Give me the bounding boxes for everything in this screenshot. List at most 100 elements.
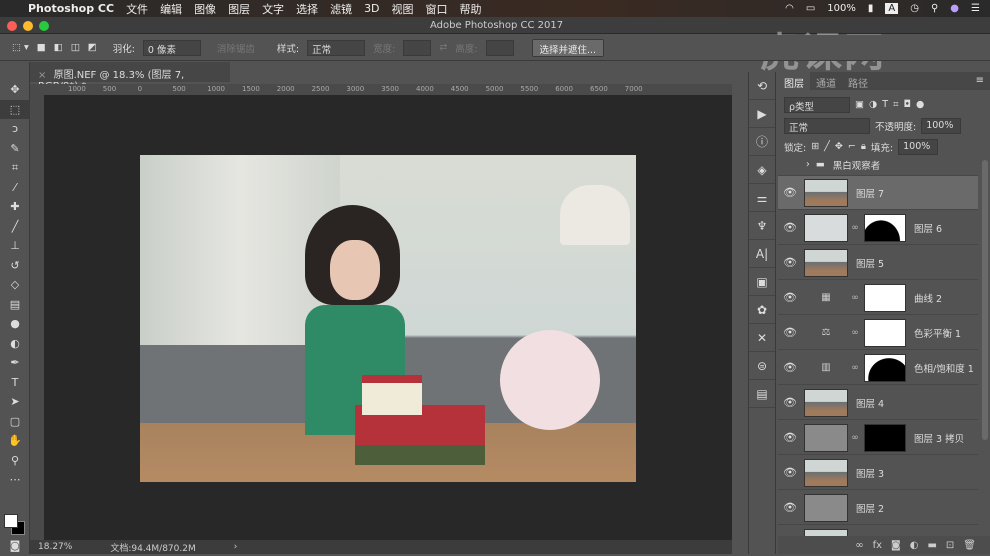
- siri-icon[interactable]: ●: [950, 3, 959, 14]
- brushes-icon[interactable]: ♆: [749, 212, 775, 240]
- shape-tool-icon[interactable]: ▢: [0, 412, 30, 432]
- filter-shape-icon[interactable]: ⌗: [893, 99, 898, 110]
- type-tool-icon[interactable]: T: [0, 373, 30, 393]
- mask-link-icon[interactable]: ∞: [850, 363, 860, 373]
- add-mask-icon[interactable]: ◙: [891, 540, 901, 551]
- lock-paint-icon[interactable]: ╱: [824, 141, 830, 152]
- menu-select[interactable]: 选择: [296, 1, 318, 17]
- visibility-eye-icon[interactable]: 👁︎: [778, 396, 802, 409]
- visibility-eye-icon[interactable]: 👁︎: [778, 431, 802, 444]
- gradient-tool-icon[interactable]: ▤: [0, 295, 30, 315]
- filter-toggle-icon[interactable]: ●: [916, 99, 924, 110]
- adjustments-icon[interactable]: ⚌: [749, 184, 775, 212]
- menu-app[interactable]: Photoshop CC: [28, 2, 114, 15]
- path-select-icon[interactable]: ➤: [0, 392, 30, 412]
- new-group-icon[interactable]: ▬: [927, 540, 936, 551]
- mask-link-icon[interactable]: ∞: [850, 328, 860, 338]
- link-layers-icon[interactable]: ∞: [855, 540, 863, 551]
- eraser-tool-icon[interactable]: ◇: [0, 275, 30, 295]
- antialias-checkbox[interactable]: 消除锯齿: [217, 41, 255, 55]
- tab-paths[interactable]: 路径: [842, 72, 874, 90]
- foreground-color[interactable]: [4, 514, 18, 528]
- visibility-eye-icon[interactable]: 👁︎: [778, 256, 802, 269]
- subtract-selection-icon[interactable]: ◫: [71, 42, 80, 53]
- character-icon[interactable]: A|: [749, 240, 775, 268]
- visibility-eye-icon[interactable]: 👁︎: [778, 501, 802, 514]
- dodge-tool-icon[interactable]: ◐: [0, 334, 30, 354]
- lock-position-icon[interactable]: ✥: [835, 141, 843, 152]
- menu-file[interactable]: 文件: [126, 1, 148, 17]
- mask-link-icon[interactable]: ∞: [850, 433, 860, 443]
- layer-row[interactable]: 👁︎ ▦ ∞ 曲线 2: [778, 281, 978, 315]
- quick-select-tool-icon[interactable]: ✎: [0, 139, 30, 159]
- visibility-eye-icon[interactable]: 👁︎: [778, 466, 802, 479]
- visibility-eye-icon[interactable]: 👁︎: [778, 291, 802, 304]
- history-icon[interactable]: ⟲: [749, 72, 775, 100]
- menu-3d[interactable]: 3D: [364, 2, 379, 15]
- menu-filter[interactable]: 滤镜: [330, 1, 352, 17]
- notification-icon[interactable]: ☰: [971, 3, 980, 14]
- document-tab[interactable]: × 原图.NEF @ 18.3% (图层 7, RGB/8*) *: [30, 62, 230, 92]
- layer-row[interactable]: 👁︎ 图层 4: [778, 386, 978, 420]
- layer-mask-thumbnail[interactable]: [864, 423, 906, 452]
- styles-icon[interactable]: ✿: [749, 296, 775, 324]
- visibility-eye-icon[interactable]: 👁︎: [778, 326, 802, 339]
- tools-preset-icon[interactable]: ✕: [749, 324, 775, 352]
- visibility-eye-icon[interactable]: 👁︎: [778, 221, 802, 234]
- battery-icon[interactable]: ▮: [868, 3, 874, 14]
- pen-tool-icon[interactable]: ✒: [0, 353, 30, 373]
- menu-edit[interactable]: 编辑: [160, 1, 182, 17]
- layer-mask-thumbnail[interactable]: [864, 213, 906, 242]
- move-tool-icon[interactable]: ✥: [0, 80, 30, 100]
- zoom-window-button[interactable]: [39, 21, 49, 31]
- zoom-tool-icon[interactable]: ⚲: [0, 451, 30, 471]
- menu-type[interactable]: 文字: [262, 1, 284, 17]
- menu-view[interactable]: 视图: [392, 1, 414, 17]
- notes-icon[interactable]: ▤: [749, 380, 775, 408]
- opacity-input[interactable]: 100%: [921, 117, 962, 134]
- eyedropper-tool-icon[interactable]: ⁄: [0, 178, 30, 198]
- healing-tool-icon[interactable]: ✚: [0, 197, 30, 217]
- time-machine-icon[interactable]: ◷: [910, 3, 919, 14]
- layer-row[interactable]: 👁︎ 图层 3: [778, 456, 978, 490]
- input-source[interactable]: A: [885, 3, 899, 14]
- lock-transparent-icon[interactable]: ⊞: [811, 141, 819, 152]
- properties-icon[interactable]: ▣: [749, 268, 775, 296]
- close-window-button[interactable]: [7, 21, 17, 31]
- height-input[interactable]: [485, 39, 514, 56]
- filter-adjustment-icon[interactable]: ◑: [869, 99, 877, 110]
- visibility-eye-icon[interactable]: 👁︎: [778, 361, 802, 374]
- fx-icon[interactable]: fx: [873, 540, 882, 551]
- new-layer-icon[interactable]: ⊡: [946, 540, 954, 551]
- layer-row[interactable]: 👁︎ ∞ 图层 3 拷贝: [778, 421, 978, 455]
- visibility-eye-icon[interactable]: 👁︎: [778, 186, 802, 199]
- style-select[interactable]: 正常: [307, 39, 366, 56]
- marquee-preset-icon[interactable]: ⬚ ▾: [12, 42, 29, 53]
- spotlight-icon[interactable]: ⚲: [931, 3, 938, 14]
- filter-type-icon[interactable]: T: [882, 99, 888, 110]
- lock-all-icon[interactable]: 🔒︎: [861, 141, 866, 152]
- filter-smart-icon[interactable]: ◘: [903, 99, 911, 110]
- libraries-icon[interactable]: ⊜: [749, 352, 775, 380]
- lock-artboard-icon[interactable]: ⌐: [848, 141, 856, 152]
- fill-input[interactable]: 100%: [898, 138, 939, 155]
- history-brush-icon[interactable]: ↺: [0, 256, 30, 276]
- marquee-tool-icon[interactable]: ⬚: [0, 99, 30, 119]
- menu-layer[interactable]: 图层: [228, 1, 250, 17]
- blur-tool-icon[interactable]: ●: [0, 314, 30, 334]
- lasso-tool-icon[interactable]: ↄ: [0, 119, 30, 139]
- tab-channels[interactable]: 通道: [810, 72, 842, 90]
- menu-help[interactable]: 帮助: [460, 1, 482, 17]
- document-image[interactable]: [140, 155, 636, 482]
- info-icon[interactable]: ⓘ: [749, 128, 775, 156]
- layer-row[interactable]: 👁︎ ⚖ ∞ 色彩平衡 1: [778, 316, 978, 350]
- airplay-icon[interactable]: ▭: [806, 3, 815, 14]
- layer-mask-thumbnail[interactable]: [864, 318, 906, 347]
- width-input[interactable]: [403, 39, 432, 56]
- status-menu-arrow[interactable]: ›: [234, 542, 238, 552]
- brush-tool-icon[interactable]: ╱: [0, 217, 30, 237]
- tab-layers[interactable]: 图层: [778, 72, 810, 90]
- layer-mask-thumbnail[interactable]: [864, 283, 906, 312]
- delete-layer-icon[interactable]: 🗑︎: [963, 540, 976, 551]
- stamp-tool-icon[interactable]: ⊥: [0, 236, 30, 256]
